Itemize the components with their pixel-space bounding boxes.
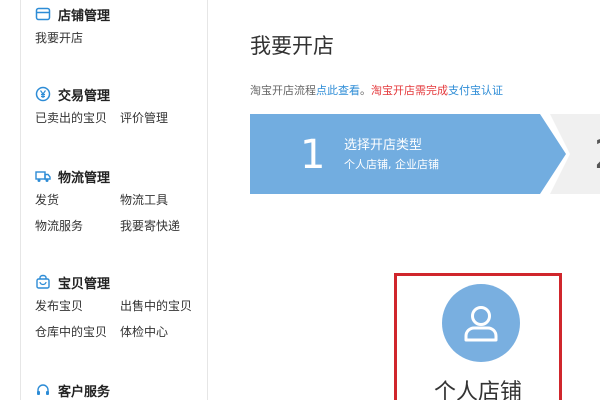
- notice-prefix: 淘宝开店流程: [250, 84, 316, 97]
- bag-icon: [35, 274, 51, 290]
- section-title: 交易管理: [58, 88, 111, 104]
- link-items-in-warehouse[interactable]: 仓库中的宝贝: [35, 324, 120, 340]
- step-1-title: 选择开店类型: [344, 138, 423, 153]
- section-trade-management: 交易管理 已卖出的宝贝 评价管理: [35, 84, 205, 126]
- section-header: 交易管理: [35, 84, 205, 104]
- section-header: 物流管理: [35, 166, 205, 186]
- link-list: 发布宝贝 出售中的宝贝 仓库中的宝贝 体检中心: [35, 298, 205, 340]
- section-title: 物流管理: [58, 170, 111, 186]
- yen-icon: [35, 86, 51, 102]
- section-store-management: 店铺管理 我要开店: [35, 4, 205, 46]
- step-1-shape: [250, 114, 566, 194]
- link-list: 我要开店: [35, 30, 205, 46]
- notice-period: 。: [360, 84, 371, 97]
- section-title: 宝贝管理: [58, 276, 111, 292]
- link-items-on-sale[interactable]: 出售中的宝贝: [120, 298, 205, 314]
- link-health-check[interactable]: 体检中心: [120, 324, 205, 340]
- link-ship[interactable]: 发货: [35, 192, 120, 208]
- step-progress: 1 选择开店类型 个人店铺, 企业店铺 2: [250, 114, 600, 194]
- section-logistics-management: 物流管理 发货 物流工具 物流服务 我要寄快递: [35, 166, 205, 234]
- notice-warning: 淘宝开店需完成: [371, 84, 448, 97]
- section-title: 客户服务: [58, 384, 111, 400]
- section-header: 客户服务: [35, 380, 205, 400]
- link-reviews[interactable]: 评价管理: [120, 110, 205, 126]
- section-header: 店铺管理: [35, 4, 205, 24]
- alipay-auth-link[interactable]: 支付宝认证: [448, 84, 503, 97]
- link-open-store[interactable]: 我要开店: [35, 30, 120, 46]
- step-1-subtitle: 个人店铺, 企业店铺: [344, 158, 439, 171]
- section-title: 店铺管理: [58, 8, 111, 24]
- section-header: 宝贝管理: [35, 272, 205, 292]
- link-list: 已卖出的宝贝 评价管理: [35, 110, 205, 126]
- main-content: 我要开店 淘宝开店流程点此查看。淘宝开店需完成支付宝认证 1 选择开店类型 个人…: [224, 0, 600, 400]
- notice-text: 淘宝开店流程点此查看。淘宝开店需完成支付宝认证: [250, 82, 503, 98]
- link-send-express[interactable]: 我要寄快递: [120, 218, 205, 234]
- store-icon: [35, 6, 51, 22]
- step-1-number: 1: [300, 132, 326, 178]
- link-sold-items[interactable]: 已卖出的宝贝: [35, 110, 120, 126]
- link-logistics-service[interactable]: 物流服务: [35, 218, 120, 234]
- link-logistics-tools[interactable]: 物流工具: [120, 192, 205, 208]
- user-icon: [442, 284, 520, 362]
- headset-icon: [35, 382, 51, 398]
- sidebar: 店铺管理 我要开店 交易管理 已卖出的宝贝 评价管理 物流管理 发货 物流工具 …: [20, 0, 208, 400]
- step-2-number: 2: [594, 132, 600, 178]
- section-customer-service: 客户服务: [35, 380, 205, 400]
- personal-store-label: 个人店铺: [433, 380, 522, 400]
- personal-store-card[interactable]: 个人店铺: [394, 273, 562, 400]
- link-publish-item[interactable]: 发布宝贝: [35, 298, 120, 314]
- link-list: 发货 物流工具 物流服务 我要寄快递: [35, 192, 205, 234]
- process-link[interactable]: 点此查看: [316, 84, 360, 97]
- truck-icon: [35, 168, 51, 184]
- section-item-management: 宝贝管理 发布宝贝 出售中的宝贝 仓库中的宝贝 体检中心: [35, 272, 205, 340]
- page-title: 我要开店: [250, 34, 334, 58]
